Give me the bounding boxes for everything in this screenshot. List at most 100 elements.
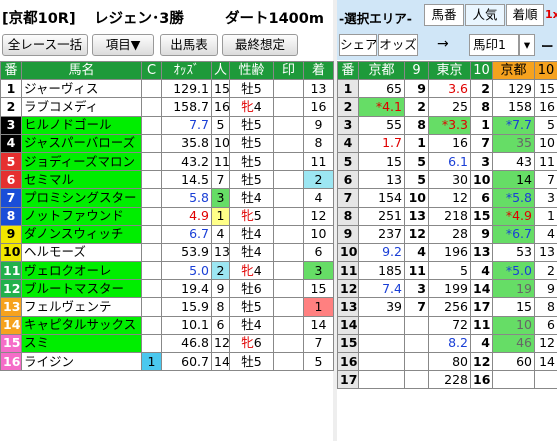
table-row[interactable]: 2 ラブコメディ 158.7 16 牝4 16 [0, 97, 334, 117]
mark-value[interactable] [273, 97, 304, 117]
odds-row[interactable]: 9 237 12 28 9 *6.7 4 [337, 224, 557, 244]
mark-value[interactable] [273, 351, 304, 372]
mark-value[interactable] [273, 261, 304, 281]
horse-name[interactable]: ラブコメディ [21, 97, 142, 117]
horse-name[interactable]: ヒルノドゴール [21, 115, 142, 135]
odds-row[interactable]: 3 55 8 *3.3 1 *7.7 5 [337, 115, 557, 135]
col-finish-header[interactable]: 着 [303, 60, 334, 81]
tokyo-odds: 80 [428, 351, 471, 372]
col-kyoto-a-header[interactable]: 京都 [358, 60, 405, 81]
col-kyoto-b-header[interactable]: 京都 [492, 60, 535, 81]
table-row[interactable]: 11 ヴェロクオーレ 5.0 2 牝4 3 [0, 261, 334, 281]
share-button[interactable]: シェア [339, 34, 377, 56]
horse-name[interactable]: ジャーヴィス [21, 79, 142, 99]
mark-value[interactable] [273, 297, 304, 317]
mark-value[interactable] [273, 242, 304, 263]
odds-row[interactable]: 17 228 16 [337, 370, 557, 390]
dash-button[interactable]: ー [541, 36, 554, 55]
c-value: 1 [141, 351, 162, 372]
odds-row[interactable]: 8 251 13 218 15 *4.9 1 [337, 206, 557, 226]
col-number-header[interactable]: 番 [337, 60, 359, 81]
items-menu-button[interactable]: 項目▼ [92, 34, 154, 56]
odds-row[interactable]: 13 39 7 256 17 15 8 [337, 297, 557, 317]
col-popularity-header[interactable]: 人 [211, 60, 230, 81]
odds-row[interactable]: 12 7.4 3 199 14 19 9 [337, 279, 557, 299]
horse-name[interactable]: ジャスパーバローズ [21, 133, 142, 153]
tokyo-odds: 28 [428, 224, 471, 244]
mark-select[interactable]: 馬印1 [469, 34, 519, 56]
odds-row[interactable]: 6 13 5 30 10 14 7 [337, 170, 557, 190]
horse-name[interactable]: ヴェロクオーレ [21, 261, 142, 281]
table-row[interactable]: 13 フェルヴェンテ 15.9 8 牡5 1 [0, 297, 334, 317]
col-kyoto-a-count-header[interactable]: 9 [404, 60, 429, 81]
final-button[interactable]: 最終想定 [222, 34, 298, 56]
odds-row[interactable]: 7 154 10 12 6 *5.8 3 [337, 188, 557, 208]
mark-value[interactable] [273, 279, 304, 299]
table-row[interactable]: 15 スミ 46.8 12 牝6 7 [0, 333, 334, 354]
table-row[interactable]: 7 プロミシングスター 5.8 3 牡4 4 [0, 188, 334, 208]
table-row[interactable]: 14 キャピタルサックス 10.1 6 牡4 14 [0, 315, 334, 335]
horse-name[interactable]: キャピタルサックス [21, 315, 142, 335]
mark-value[interactable] [273, 170, 304, 190]
odds-row[interactable]: 10 9.2 4 196 13 53 13 [337, 242, 557, 263]
col-mark-header[interactable]: 印 [273, 60, 304, 81]
table-row[interactable]: 8 ノットファウンド 4.9 1 牝5 12 [0, 206, 334, 226]
table-row[interactable]: 4 ジャスパーバローズ 35.8 10 牡5 8 [0, 133, 334, 153]
odds-row[interactable]: 2 *4.1 2 25 8 158 16 [337, 97, 557, 117]
mark-value[interactable] [273, 224, 304, 244]
tab-umaban[interactable]: 馬番 [424, 4, 464, 26]
mark-value[interactable] [273, 188, 304, 208]
table-row[interactable]: 16 ライジン 1 60.7 14 牡5 5 [0, 351, 334, 372]
col-kyoto-b-count-header[interactable]: 10 [534, 60, 557, 81]
mark-value[interactable] [273, 333, 304, 354]
horse-name[interactable]: ヘルモーズ [21, 242, 142, 263]
table-row[interactable]: 12 ブルートマスター 19.4 9 牡6 15 [0, 279, 334, 299]
table-row[interactable]: 9 ダノンスウィッチ 6.7 4 牡4 10 [0, 224, 334, 244]
popularity-value: 11 [211, 151, 230, 172]
col-tokyo-count-header[interactable]: 10 [470, 60, 493, 81]
odds-button[interactable]: オッズ [378, 34, 418, 56]
tab-chakujun[interactable]: 着順 [506, 4, 544, 26]
horse-name[interactable]: セミマル [21, 170, 142, 190]
mark-value[interactable] [273, 206, 304, 226]
col-c-header[interactable]: C [141, 60, 162, 81]
col-number-header[interactable]: 番 [0, 60, 22, 81]
mark-value[interactable] [273, 315, 304, 335]
mark-value[interactable] [273, 115, 304, 135]
odds-row[interactable]: 11 185 11 5 4 *5.0 2 [337, 261, 557, 281]
horse-name[interactable]: ノットファウンド [21, 206, 142, 226]
horse-name[interactable]: プロミシングスター [21, 188, 142, 208]
tab-extra[interactable]: 1x [545, 8, 557, 21]
table-row[interactable]: 10 ヘルモーズ 53.9 13 牡4 6 [0, 242, 334, 263]
all-races-button[interactable]: 全レース一括 [2, 34, 88, 56]
table-row[interactable]: 1 ジャーヴィス 129.1 15 牡5 13 [0, 79, 334, 99]
horse-name[interactable]: ジョディーズマロン [21, 151, 142, 172]
horse-name[interactable]: ライジン [21, 351, 142, 372]
odds-row[interactable]: 15 8.2 4 46 12 [337, 333, 557, 354]
col-sex-age-header[interactable]: 性齢 [229, 60, 274, 81]
horse-name[interactable]: フェルヴェンテ [21, 297, 142, 317]
col-horse-name-header[interactable]: 馬名 [21, 60, 142, 81]
kyoto-b-odds: 10 [492, 315, 535, 335]
mark-value[interactable] [273, 151, 304, 172]
odds-row[interactable]: 1 65 9 3.6 2 129 15 [337, 79, 557, 99]
horse-name[interactable]: ダノンスウィッチ [21, 224, 142, 244]
chevron-down-icon[interactable]: ▾ [519, 34, 535, 56]
table-row[interactable]: 6 セミマル 14.5 7 牡5 2 [0, 170, 334, 190]
entries-button[interactable]: 出馬表 [160, 34, 218, 56]
horse-name[interactable]: スミ [21, 333, 142, 354]
sex-value: 牡 [241, 117, 254, 133]
mark-value[interactable] [273, 133, 304, 153]
tab-ninki[interactable]: 人気 [465, 4, 505, 26]
table-row[interactable]: 3 ヒルノドゴール 7.7 5 牡5 9 [0, 115, 334, 135]
odds-row[interactable]: 4 1.7 1 16 7 35 10 [337, 133, 557, 153]
table-row[interactable]: 5 ジョディーズマロン 43.2 11 牡5 11 [0, 151, 334, 172]
odds-row[interactable]: 16 80 12 60 14 [337, 351, 557, 372]
col-odds-header[interactable]: ｵｯｽﾞ [161, 60, 212, 81]
popularity-value: 14 [211, 351, 230, 372]
mark-value[interactable] [273, 79, 304, 99]
odds-row[interactable]: 14 72 11 10 6 [337, 315, 557, 335]
col-tokyo-header[interactable]: 東京 [428, 60, 471, 81]
odds-row[interactable]: 5 15 5 6.1 3 43 11 [337, 151, 557, 172]
horse-name[interactable]: ブルートマスター [21, 279, 142, 299]
